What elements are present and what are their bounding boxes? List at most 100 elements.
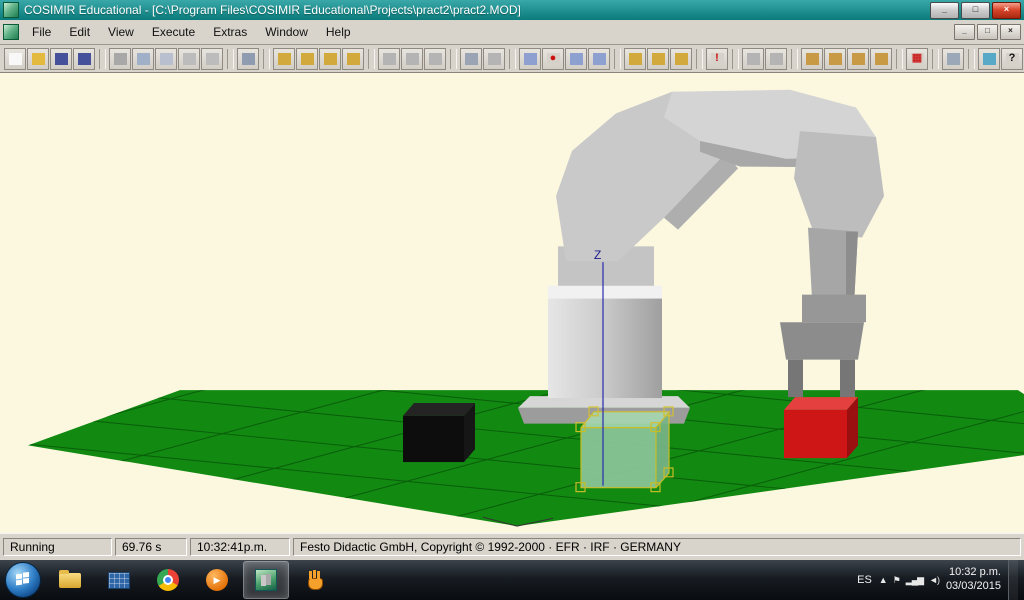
taskbar-cosimir-button[interactable] bbox=[243, 561, 289, 599]
open-file-button[interactable] bbox=[27, 47, 49, 70]
taskbar-date: 03/03/2015 bbox=[945, 580, 1001, 592]
language-indicator[interactable]: ES bbox=[857, 574, 872, 586]
context-help-button[interactable]: ? bbox=[1001, 47, 1023, 70]
robot-workcell-button[interactable] bbox=[342, 47, 364, 70]
robot-workcell-icon bbox=[346, 52, 360, 65]
rotate-object-icon bbox=[851, 52, 865, 65]
network-icon[interactable]: ▂▄▆ bbox=[906, 575, 924, 586]
new-file-button[interactable] bbox=[4, 47, 26, 70]
cut-icon bbox=[113, 52, 127, 65]
toolbar-separator bbox=[450, 48, 457, 69]
variable-list-icon bbox=[592, 52, 606, 65]
hand-icon bbox=[304, 569, 326, 591]
menu-view[interactable]: View bbox=[99, 21, 143, 43]
show-desktop-button[interactable] bbox=[1008, 560, 1018, 600]
menu-edit[interactable]: Edit bbox=[60, 21, 99, 43]
print-button[interactable] bbox=[237, 47, 259, 70]
taskbar-hand-button[interactable] bbox=[292, 561, 338, 599]
measure-tool-icon bbox=[769, 52, 783, 65]
menu-extras[interactable]: Extras bbox=[204, 21, 256, 43]
toolbar-separator bbox=[509, 48, 516, 69]
document-icon[interactable] bbox=[3, 24, 19, 40]
message-list-button[interactable] bbox=[519, 47, 541, 70]
place-object-button[interactable] bbox=[870, 47, 892, 70]
project-open-icon bbox=[628, 52, 642, 65]
menu-window[interactable]: Window bbox=[256, 21, 317, 43]
taskbar-clock[interactable]: 10:32 p.m. 03/03/2015 bbox=[946, 566, 1001, 594]
3d-viewport[interactable]: Z bbox=[0, 73, 1024, 533]
robot-wrist bbox=[802, 294, 866, 323]
move-object-button[interactable] bbox=[824, 47, 846, 70]
save-workcell-button[interactable] bbox=[73, 47, 95, 70]
io-monitor-icon: ▦ bbox=[910, 52, 924, 65]
camera-view-button[interactable] bbox=[483, 47, 505, 70]
window-layout-button[interactable] bbox=[942, 47, 964, 70]
close-button[interactable]: × bbox=[992, 1, 1021, 19]
taskbar-chrome-button[interactable] bbox=[145, 561, 191, 599]
project-download-button[interactable] bbox=[670, 47, 692, 70]
app-icon[interactable] bbox=[3, 2, 19, 18]
toolbar-separator bbox=[732, 48, 739, 69]
taskbar-remote-button[interactable] bbox=[96, 561, 142, 599]
save-file-button[interactable] bbox=[50, 47, 72, 70]
save-file-icon bbox=[54, 52, 68, 65]
model-explorer-button[interactable] bbox=[978, 47, 1000, 70]
robot-base-ring bbox=[548, 285, 662, 299]
robot-joint-icon bbox=[323, 52, 337, 65]
oscilloscope-button[interactable] bbox=[401, 47, 423, 70]
redo-icon bbox=[205, 52, 219, 65]
workcell-scene[interactable]: Z bbox=[0, 73, 1024, 533]
black-workpiece[interactable] bbox=[403, 402, 475, 463]
hidden-icons-icon[interactable]: ▲ bbox=[879, 575, 888, 585]
watch-list-button[interactable] bbox=[565, 47, 587, 70]
robot-gripper-finger-right bbox=[840, 359, 855, 398]
menu-items: File Edit View Execute Extras Window Help bbox=[23, 21, 360, 43]
action-center-icon[interactable]: ⚑ bbox=[893, 575, 901, 586]
rotate-object-button[interactable] bbox=[847, 47, 869, 70]
menu-file[interactable]: File bbox=[23, 21, 60, 43]
restore-button[interactable]: □ bbox=[961, 1, 990, 19]
render-view-icon bbox=[464, 52, 478, 65]
redo-button[interactable] bbox=[201, 47, 223, 70]
mdi-close-button[interactable]: × bbox=[1000, 24, 1021, 40]
variable-list-button[interactable] bbox=[588, 47, 610, 70]
pointer-tool-button[interactable] bbox=[742, 47, 764, 70]
taskbar-explorer-button[interactable] bbox=[47, 561, 93, 599]
robot-base-cylinder bbox=[548, 298, 662, 399]
red-workpiece[interactable] bbox=[784, 397, 858, 459]
green-workpiece-selected[interactable] bbox=[575, 406, 674, 493]
robot-position-button[interactable] bbox=[273, 47, 295, 70]
robot-tool-button[interactable] bbox=[296, 47, 318, 70]
menubar: File Edit View Execute Extras Window Help _ □ … bbox=[0, 20, 1024, 45]
project-compile-button[interactable] bbox=[647, 47, 669, 70]
taskbar-media-button[interactable]: ▶ bbox=[194, 561, 240, 599]
volume-icon[interactable]: ◄) bbox=[929, 575, 940, 585]
project-open-button[interactable] bbox=[624, 47, 646, 70]
chrome-icon bbox=[157, 569, 179, 591]
undo-button[interactable] bbox=[178, 47, 200, 70]
chart-view-button[interactable] bbox=[378, 47, 400, 70]
robot-joint-button[interactable] bbox=[319, 47, 341, 70]
status-clock: 10:32:41p.m. bbox=[190, 538, 290, 556]
diagram-button[interactable] bbox=[424, 47, 446, 70]
mdi-restore-button[interactable]: □ bbox=[977, 24, 998, 40]
grab-object-button[interactable] bbox=[801, 47, 823, 70]
message-list-icon bbox=[523, 52, 537, 65]
measure-tool-button[interactable] bbox=[765, 47, 787, 70]
start-button[interactable] bbox=[5, 562, 41, 598]
project-download-icon bbox=[674, 52, 688, 65]
copy-button[interactable] bbox=[132, 47, 154, 70]
menu-execute[interactable]: Execute bbox=[143, 21, 204, 43]
statusbar: Running 69.76 s 10:32:41p.m. Festo Didac… bbox=[0, 533, 1024, 560]
mdi-minimize-button[interactable]: _ bbox=[954, 24, 975, 40]
cut-button[interactable] bbox=[109, 47, 131, 70]
stop-execution-button[interactable]: ● bbox=[542, 47, 564, 70]
menu-help[interactable]: Help bbox=[317, 21, 360, 43]
copy-icon bbox=[136, 52, 150, 65]
io-monitor-button[interactable]: ▦ bbox=[906, 47, 928, 70]
paste-button[interactable] bbox=[155, 47, 177, 70]
render-view-button[interactable] bbox=[460, 47, 482, 70]
minimize-button[interactable]: _ bbox=[930, 1, 959, 19]
compile-stop-button[interactable]: ! bbox=[706, 47, 728, 70]
paste-icon bbox=[159, 52, 173, 65]
